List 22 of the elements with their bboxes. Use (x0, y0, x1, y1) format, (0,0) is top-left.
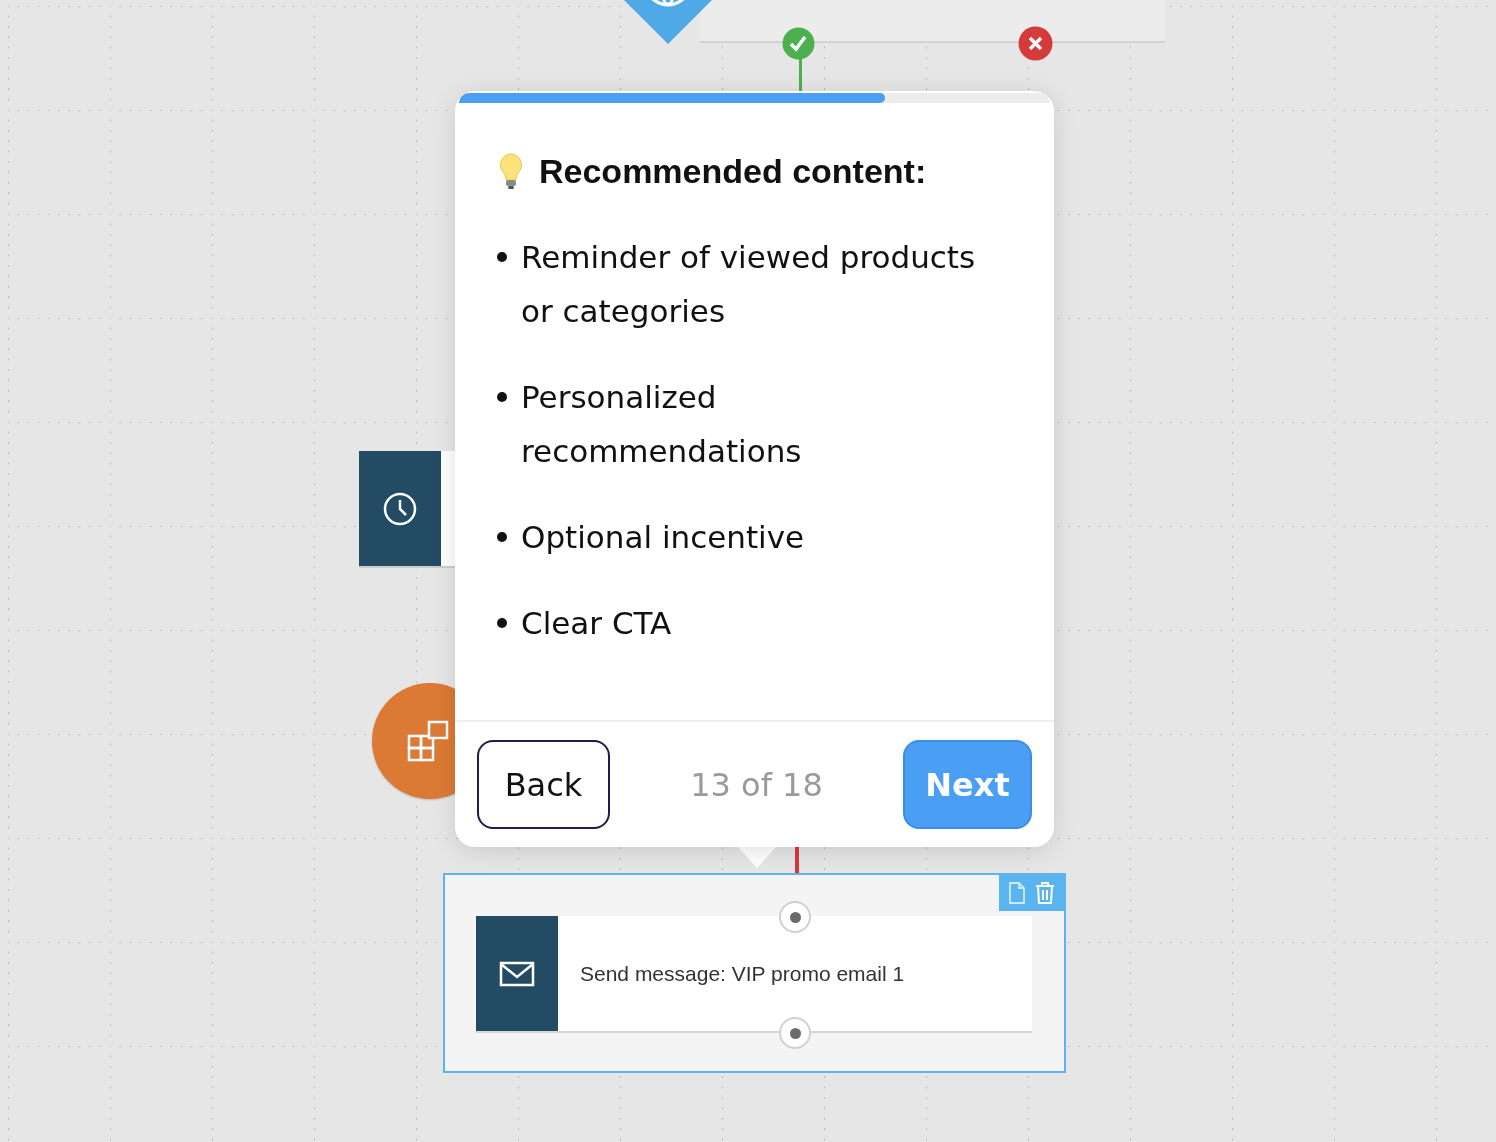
file-icon[interactable] (1008, 882, 1026, 904)
node-label: Send message: VIP promo email 1 (580, 961, 905, 986)
blocks-icon (407, 720, 449, 762)
list-item: Reminder of viewed products or categories (521, 238, 977, 331)
list-item: Clear CTA (521, 604, 672, 643)
envelope-icon (499, 960, 535, 987)
trash-icon[interactable] (1035, 882, 1055, 904)
back-button[interactable]: Back (477, 740, 610, 829)
bullet-icon (497, 392, 507, 402)
step-counter: 13 of 18 (690, 765, 823, 804)
bullet-icon (497, 252, 507, 262)
send-message-node[interactable]: Send message: VIP promo email 1 (443, 873, 1066, 1073)
close-icon[interactable] (1018, 26, 1053, 61)
check-icon[interactable] (782, 27, 815, 60)
bullet-icon (497, 532, 507, 542)
bullet-icon (497, 618, 507, 628)
clock-icon (382, 490, 418, 527)
list-item: Personalized recommendations (521, 378, 803, 471)
wait-node[interactable] (359, 451, 455, 568)
list-item: Optional incentive (521, 518, 805, 557)
popover-title: Recommended content: (539, 151, 927, 191)
lightbulb-icon (497, 152, 525, 190)
